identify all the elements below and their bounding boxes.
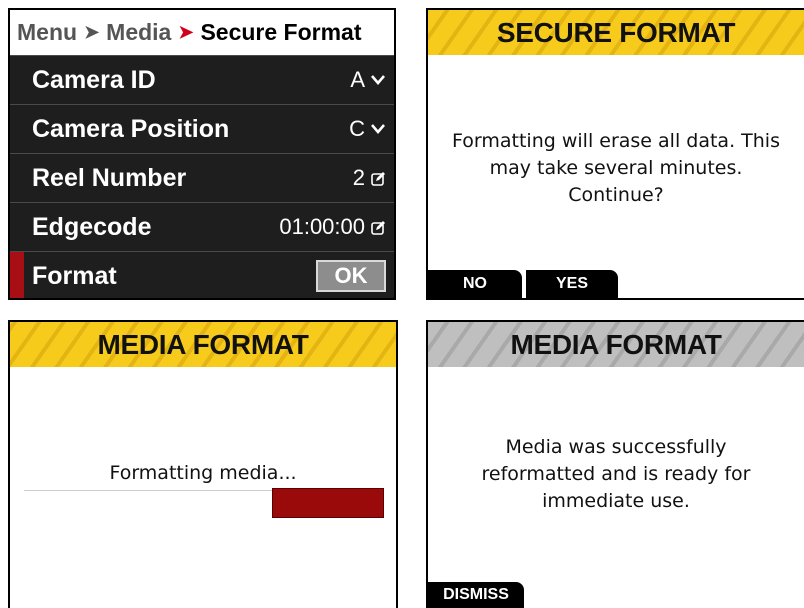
no-button[interactable]: NO — [428, 270, 522, 298]
format-ok-button[interactable]: OK — [316, 260, 386, 292]
menu-row-reel-number[interactable]: Reel Number 2 — [10, 153, 394, 202]
dialog-message-line: Media was successfully — [505, 436, 727, 458]
menu-row-label: Format — [32, 261, 117, 290]
breadcrumb-separator-icon: ➤ — [84, 22, 100, 42]
dialog-message-line: Formatting will erase all data. This — [452, 130, 780, 152]
breadcrumb-separator-active-icon: ➤ — [178, 22, 194, 42]
media-format-done-dialog: MEDIA FORMAT Media was successfully refo… — [426, 320, 804, 608]
menu-row-value[interactable]: 2 — [353, 165, 386, 191]
chevron-down-icon[interactable] — [370, 72, 386, 88]
secure-format-menu: Menu ➤ Media ➤ Secure Format Camera ID A… — [8, 8, 396, 300]
menu-row-edgecode[interactable]: Edgecode 01:00:00 — [10, 202, 394, 251]
dialog-message-line: reformatted and is ready for — [481, 463, 751, 485]
dialog-message-line: immediate use. — [542, 490, 690, 512]
dialog-message-line: may take several minutes. — [489, 157, 743, 179]
chevron-down-icon[interactable] — [370, 121, 386, 137]
camera-position-value: C — [349, 116, 365, 141]
menu-row-label: Edgecode — [32, 212, 152, 241]
dialog-message: Formatting will erase all data. This may… — [428, 128, 804, 209]
menu-row-value[interactable]: 01:00:00 — [279, 214, 386, 240]
dialog-message-line: Continue? — [568, 184, 664, 206]
media-format-progress-dialog: MEDIA FORMAT Formatting media... — [8, 320, 398, 608]
menu-row-label: Reel Number — [32, 163, 187, 192]
dialog-title: MEDIA FORMAT — [428, 322, 804, 367]
dismiss-button[interactable]: DISMISS — [428, 582, 524, 608]
reel-number-value: 2 — [352, 165, 365, 190]
breadcrumb-current: Secure Format — [200, 19, 362, 45]
progress-bar — [272, 488, 384, 518]
progress-message: Formatting media... — [109, 462, 297, 484]
breadcrumb-menu[interactable]: Menu — [17, 19, 77, 46]
menu-row-value[interactable]: C — [349, 116, 386, 142]
edgecode-value: 01:00:00 — [279, 214, 365, 239]
menu-row-camera-position[interactable]: Camera Position C — [10, 104, 394, 153]
secure-format-dialog: SECURE FORMAT Formatting will erase all … — [426, 8, 804, 300]
breadcrumb: Menu ➤ Media ➤ Secure Format — [10, 10, 394, 55]
menu-row-format[interactable]: Format OK — [10, 251, 394, 298]
edit-icon[interactable] — [370, 219, 386, 235]
camera-id-value: A — [350, 67, 365, 92]
menu-row-label: Camera Position — [32, 114, 230, 143]
yes-button[interactable]: YES — [526, 270, 618, 298]
dialog-message: Media was successfully reformatted and i… — [428, 434, 804, 515]
edit-icon[interactable] — [370, 170, 386, 186]
selection-marker — [10, 252, 24, 298]
menu-row-camera-id[interactable]: Camera ID A — [10, 55, 394, 104]
dialog-title: MEDIA FORMAT — [10, 322, 396, 367]
menu-row-value[interactable]: A — [350, 67, 386, 93]
breadcrumb-media[interactable]: Media — [106, 19, 171, 46]
dialog-title: SECURE FORMAT — [428, 10, 804, 55]
menu-row-label: Camera ID — [32, 65, 156, 94]
